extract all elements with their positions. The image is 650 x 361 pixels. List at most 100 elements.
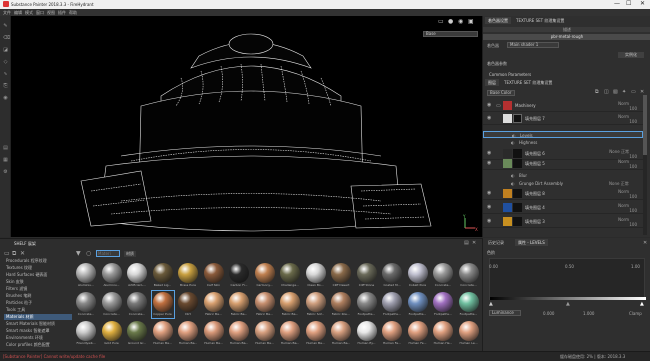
layer-blend[interactable]: Norm (618, 189, 629, 194)
material-thumbnail[interactable]: Brass Pure (177, 262, 199, 289)
shelf-search-input[interactable] (96, 250, 120, 257)
output-high[interactable]: 1.000 (583, 311, 594, 316)
material-thumbnail[interactable]: Concrete... (75, 291, 97, 318)
panel-close-icon[interactable]: ✕ (643, 240, 647, 246)
input-mid[interactable]: 0.50 (565, 264, 574, 269)
effect-row-grunge[interactable]: ◐ Grunge Dirt Assembly None 正常 (483, 180, 643, 187)
material-thumbnail[interactable]: Human He... (432, 320, 454, 347)
shelf-category-item[interactable]: Smart Materials 智能材质 (4, 321, 72, 327)
layer-row[interactable]: ◉ 填充图层 3 Norm 100 (483, 216, 643, 228)
material-thumbnail[interactable]: Fabric Sof... (305, 291, 327, 318)
layer-blend[interactable]: Norm (618, 217, 629, 222)
eye-icon[interactable]: ◉ (487, 103, 492, 108)
material-thumbnail[interactable]: Concrete... (458, 262, 480, 289)
tab-layers[interactable]: 图层 (485, 79, 499, 86)
material-thumbnail[interactable]: Fabric Ba... (279, 291, 301, 318)
shelf-settings-icon[interactable]: ▤ (464, 240, 469, 246)
material-thumbnail[interactable]: Cobalt Pure (407, 262, 429, 289)
render-icon[interactable]: ◉ (458, 18, 463, 25)
material-thumbnail[interactable]: Human Ba... (152, 320, 174, 347)
display-mode-icon[interactable]: ▣ (468, 18, 474, 25)
layers-panel-icon[interactable]: ▤ (3, 146, 8, 151)
material-thumbnail[interactable]: Human Fe... (407, 320, 429, 347)
material-thumbnail[interactable]: Ground Gr... (126, 320, 148, 347)
shelf-category-item[interactable]: Textures 纹理 (4, 265, 72, 271)
camera-icon[interactable]: ● (448, 18, 453, 25)
layer-blend[interactable]: None 正常 (609, 149, 629, 155)
add-folder-icon[interactable]: ▭ (631, 89, 636, 95)
material-thumbnail[interactable]: Footpaths... (356, 291, 378, 318)
shelf-category-item[interactable]: Materials 材质 (4, 314, 72, 320)
layer-opacity[interactable]: 100 (629, 222, 637, 227)
layer-opacity[interactable]: 100 (629, 164, 637, 169)
material-thumbnail[interactable]: Human Ey... (356, 320, 378, 347)
material-thumbnail[interactable]: Human Ba... (177, 320, 199, 347)
screenshot-icon[interactable]: ▭ (438, 18, 444, 25)
material-thumbnail[interactable]: Clean Bo... (305, 262, 327, 289)
material-thumbnail[interactable]: Concrete... (432, 262, 454, 289)
layer-blend[interactable]: Norm (618, 159, 629, 164)
layer-opacity[interactable]: 100 (629, 119, 637, 124)
add-fill-layer-icon[interactable]: ◫ (604, 89, 609, 95)
material-thumbnail[interactable]: Cartoony... (254, 262, 276, 289)
import-icon[interactable]: ⧉ (12, 250, 16, 258)
material-thumbnail[interactable]: Human Ba... (254, 320, 276, 347)
layers-scrollbar[interactable] (643, 95, 647, 235)
shader-select[interactable]: Main shader 1 (507, 42, 559, 48)
instance-button[interactable]: 实例化 (618, 52, 644, 58)
eraser-icon[interactable]: ⌫ (3, 36, 10, 41)
material-thumbnail[interactable]: Copper Pure (150, 290, 175, 319)
material-thumbnail[interactable]: Human Le... (458, 320, 480, 347)
material-thumbnail[interactable]: Human Ba... (228, 320, 250, 347)
tab-shader-settings[interactable]: 着色器设置 (485, 17, 511, 24)
input-min[interactable]: 0.00 (489, 264, 498, 269)
material-thumbnail[interactable]: Footpaths... (458, 291, 480, 318)
new-folder-icon[interactable]: ▭ (4, 250, 10, 257)
material-thumbnail[interactable]: Cliff Stone (356, 262, 378, 289)
layer-row[interactable]: ◉ 填充图层 8 Norm 100 (483, 188, 643, 200)
material-thumbnail[interactable]: Human Ba... (330, 320, 352, 347)
shelf-category-item[interactable]: Filters 滤镜 (4, 286, 72, 292)
clamp-label[interactable]: Clamp (629, 311, 642, 316)
output-low[interactable]: 0.000 (543, 311, 554, 316)
effect-blend[interactable]: None 正常 (609, 181, 629, 187)
smudge-icon[interactable]: ∿ (3, 72, 8, 77)
white-point-handle[interactable]: ▲ (640, 301, 644, 307)
material-thumbnail[interactable]: Calf Skin (203, 262, 225, 289)
material-thumbnail[interactable]: Aluminiu... (101, 262, 123, 289)
channel-select[interactable]: Base Color (487, 90, 515, 96)
clone-icon[interactable]: ⎘ (3, 84, 8, 89)
material-thumbnail[interactable]: Concrete... (101, 291, 123, 318)
filter-tag[interactable]: 材质 (124, 251, 136, 257)
shelf-close-icon[interactable]: ✕ (472, 240, 476, 246)
layer-opacity[interactable]: 100 (629, 194, 637, 199)
maximize-button[interactable]: ☐ (626, 1, 631, 7)
shader-name-field[interactable]: pbr-metal-rough (483, 34, 650, 40)
layer-row[interactable]: ◉ ▭ Mashinery Norm 100 (483, 100, 643, 112)
tab-history[interactable]: 历史记录 (485, 239, 507, 246)
eye-icon[interactable]: ◉ (487, 191, 492, 196)
search-icon[interactable]: ○ (86, 250, 91, 257)
material-thumbnail[interactable]: Coated M... (381, 262, 403, 289)
tab-texture-set-settings[interactable]: TEXTURE SET 纹理集设置 (513, 17, 567, 24)
shelf-panel-icon[interactable]: ▦ (3, 158, 8, 163)
filter-icon[interactable]: ▼ (76, 250, 81, 257)
material-thumbnail[interactable]: Human Ba... (203, 320, 225, 347)
shelf-category-item[interactable]: Hard Surfaces 硬表面 (4, 272, 72, 278)
add-effect-icon[interactable]: ✦ (622, 89, 626, 95)
black-point-handle[interactable]: ▲ (489, 301, 493, 307)
material-thumbnail[interactable]: Concrete... (126, 291, 148, 318)
midpoint-handle[interactable]: ▲ (566, 301, 570, 307)
material-thumbnail[interactable]: Footpaths... (381, 291, 403, 318)
layer-blend[interactable]: Norm (618, 114, 629, 119)
close-button[interactable]: ✕ (640, 1, 645, 7)
material-thumbnail[interactable]: Footpaths... (432, 291, 454, 318)
layer-blend[interactable]: Norm (618, 101, 629, 106)
material-picker-icon[interactable]: ◉ (3, 96, 8, 101)
3d-viewport[interactable]: Y X (11, 16, 482, 237)
add-layer-icon[interactable]: ⧉ (595, 89, 599, 95)
shelf-category-item[interactable]: Color profiles 颜色配置 (4, 342, 72, 348)
shelf-category-item[interactable]: Particles 粒子 (4, 300, 72, 306)
viewport-channel-select[interactable]: Base (423, 31, 478, 37)
shelf-category-item[interactable]: Procedurals 程序纹理 (4, 258, 72, 264)
